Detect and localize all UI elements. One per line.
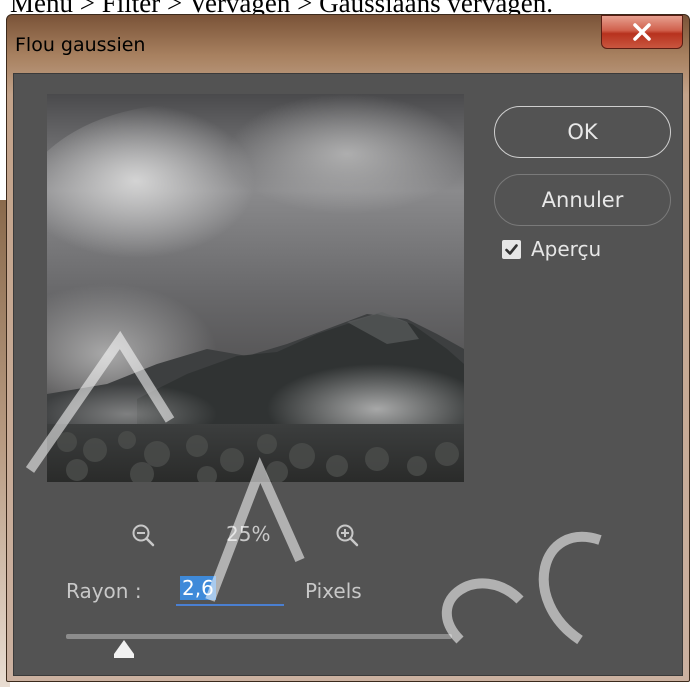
radius-slider-thumb[interactable] [113, 640, 134, 654]
zoom-out-icon[interactable] [130, 522, 158, 550]
cancel-button[interactable]: Annuler [494, 174, 671, 226]
mountain-fog-image [47, 94, 464, 482]
radius-value: 2,6 [180, 576, 216, 600]
radius-slider-thumb-base[interactable] [113, 654, 134, 658]
preview-checkbox-row[interactable]: Aperçu [502, 237, 601, 261]
radius-label: Rayon : [66, 579, 142, 603]
radius-units-label: Pixels [305, 579, 362, 603]
zoom-level: 25% [226, 522, 271, 546]
radius-input[interactable]: 2,6 [176, 574, 284, 606]
radius-slider-track[interactable] [66, 634, 452, 639]
preview-checkbox-label: Aperçu [531, 237, 602, 261]
dialog-body: OK Annuler Aperçu 25% Rayon : 2,6 Pixels [13, 73, 683, 676]
window-title: Flou gaussien [15, 34, 146, 56]
preview-checkbox[interactable] [502, 239, 521, 259]
gaussian-blur-dialog: Flou gaussien OK Annuler Aperçu 25% Rayo… [6, 14, 690, 682]
checkmark-icon [505, 243, 518, 255]
close-button[interactable] [601, 15, 683, 49]
title-bar[interactable]: Flou gaussien [7, 15, 689, 73]
zoom-in-icon[interactable] [334, 522, 362, 550]
close-icon [633, 23, 651, 41]
preview-image[interactable] [47, 94, 464, 482]
ok-button[interactable]: OK [494, 106, 671, 158]
